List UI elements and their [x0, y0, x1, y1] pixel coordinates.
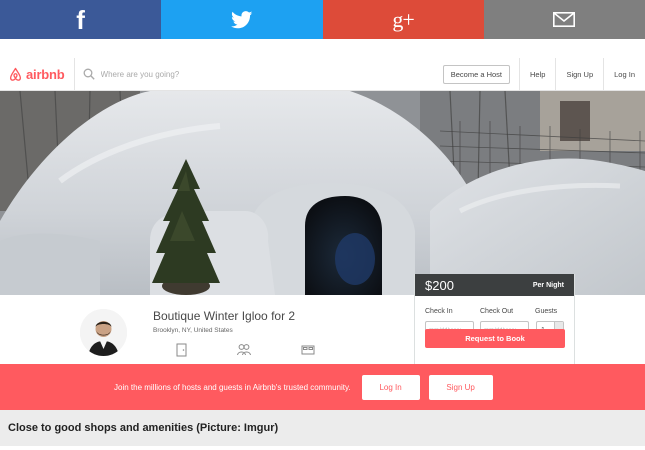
page: f g+ airbnb Where are you going? Become …	[0, 0, 645, 450]
googleplus-share-button[interactable]: g+	[322, 0, 484, 39]
facebook-share-button[interactable]: f	[0, 0, 162, 39]
signup-banner: Join the millions of hosts and guests in…	[0, 364, 645, 410]
search-input[interactable]	[100, 69, 361, 79]
search-bar[interactable]	[83, 68, 383, 80]
price-header: $200 Per Night	[415, 274, 574, 296]
host-photo	[80, 309, 127, 356]
guests-label: Guests	[535, 308, 558, 315]
airbnb-belo-icon	[9, 67, 22, 81]
twitter-icon	[230, 10, 253, 28]
caption-text: Close to good shops and amenities (Pictu…	[8, 422, 279, 434]
help-link[interactable]: Help	[519, 58, 555, 91]
log-in-link[interactable]: Log In	[603, 58, 645, 91]
per-night-label: Per Night	[532, 281, 564, 289]
logo-text: airbnb	[26, 66, 65, 82]
nightly-price: $200	[425, 277, 454, 293]
guests-icon	[237, 344, 251, 356]
banner-log-in-button[interactable]: Log In	[361, 374, 420, 400]
listing-photo[interactable]	[0, 91, 645, 295]
airbnb-logo[interactable]: airbnb	[8, 57, 75, 91]
facebook-icon: f	[76, 4, 85, 35]
request-to-book-button[interactable]: Request to Book	[425, 329, 565, 348]
bed-icon	[301, 345, 315, 355]
search-icon	[83, 68, 95, 80]
door-icon	[176, 343, 187, 357]
become-host-button[interactable]: Become a Host	[442, 65, 511, 84]
share-bar: f g+	[0, 0, 645, 39]
booking-panel: $200 Per Night Check In Check Out Guests…	[414, 274, 575, 367]
igloo-photo	[0, 91, 645, 295]
listing-location[interactable]: Brooklyn, NY, United States	[153, 327, 233, 334]
banner-sign-up-button[interactable]: Sign Up	[428, 374, 493, 400]
host-avatar[interactable]	[80, 309, 127, 356]
check-in-label: Check In	[425, 308, 453, 315]
image-caption: Close to good shops and amenities (Pictu…	[0, 410, 645, 446]
listing-title[interactable]: Boutique Winter Igloo for 2	[153, 309, 295, 323]
googleplus-icon: g+	[392, 6, 414, 32]
twitter-share-button[interactable]	[161, 0, 323, 39]
email-share-button[interactable]	[483, 0, 645, 39]
check-out-label: Check Out	[480, 308, 514, 315]
header-nav: Become a Host Help Sign Up Log In	[442, 58, 645, 91]
envelope-icon	[553, 12, 576, 27]
banner-text: Join the millions of hosts and guests in…	[114, 382, 351, 392]
sign-up-link[interactable]: Sign Up	[555, 58, 603, 91]
site-header: airbnb Become a Host Help Sign Up Log In	[0, 57, 645, 91]
